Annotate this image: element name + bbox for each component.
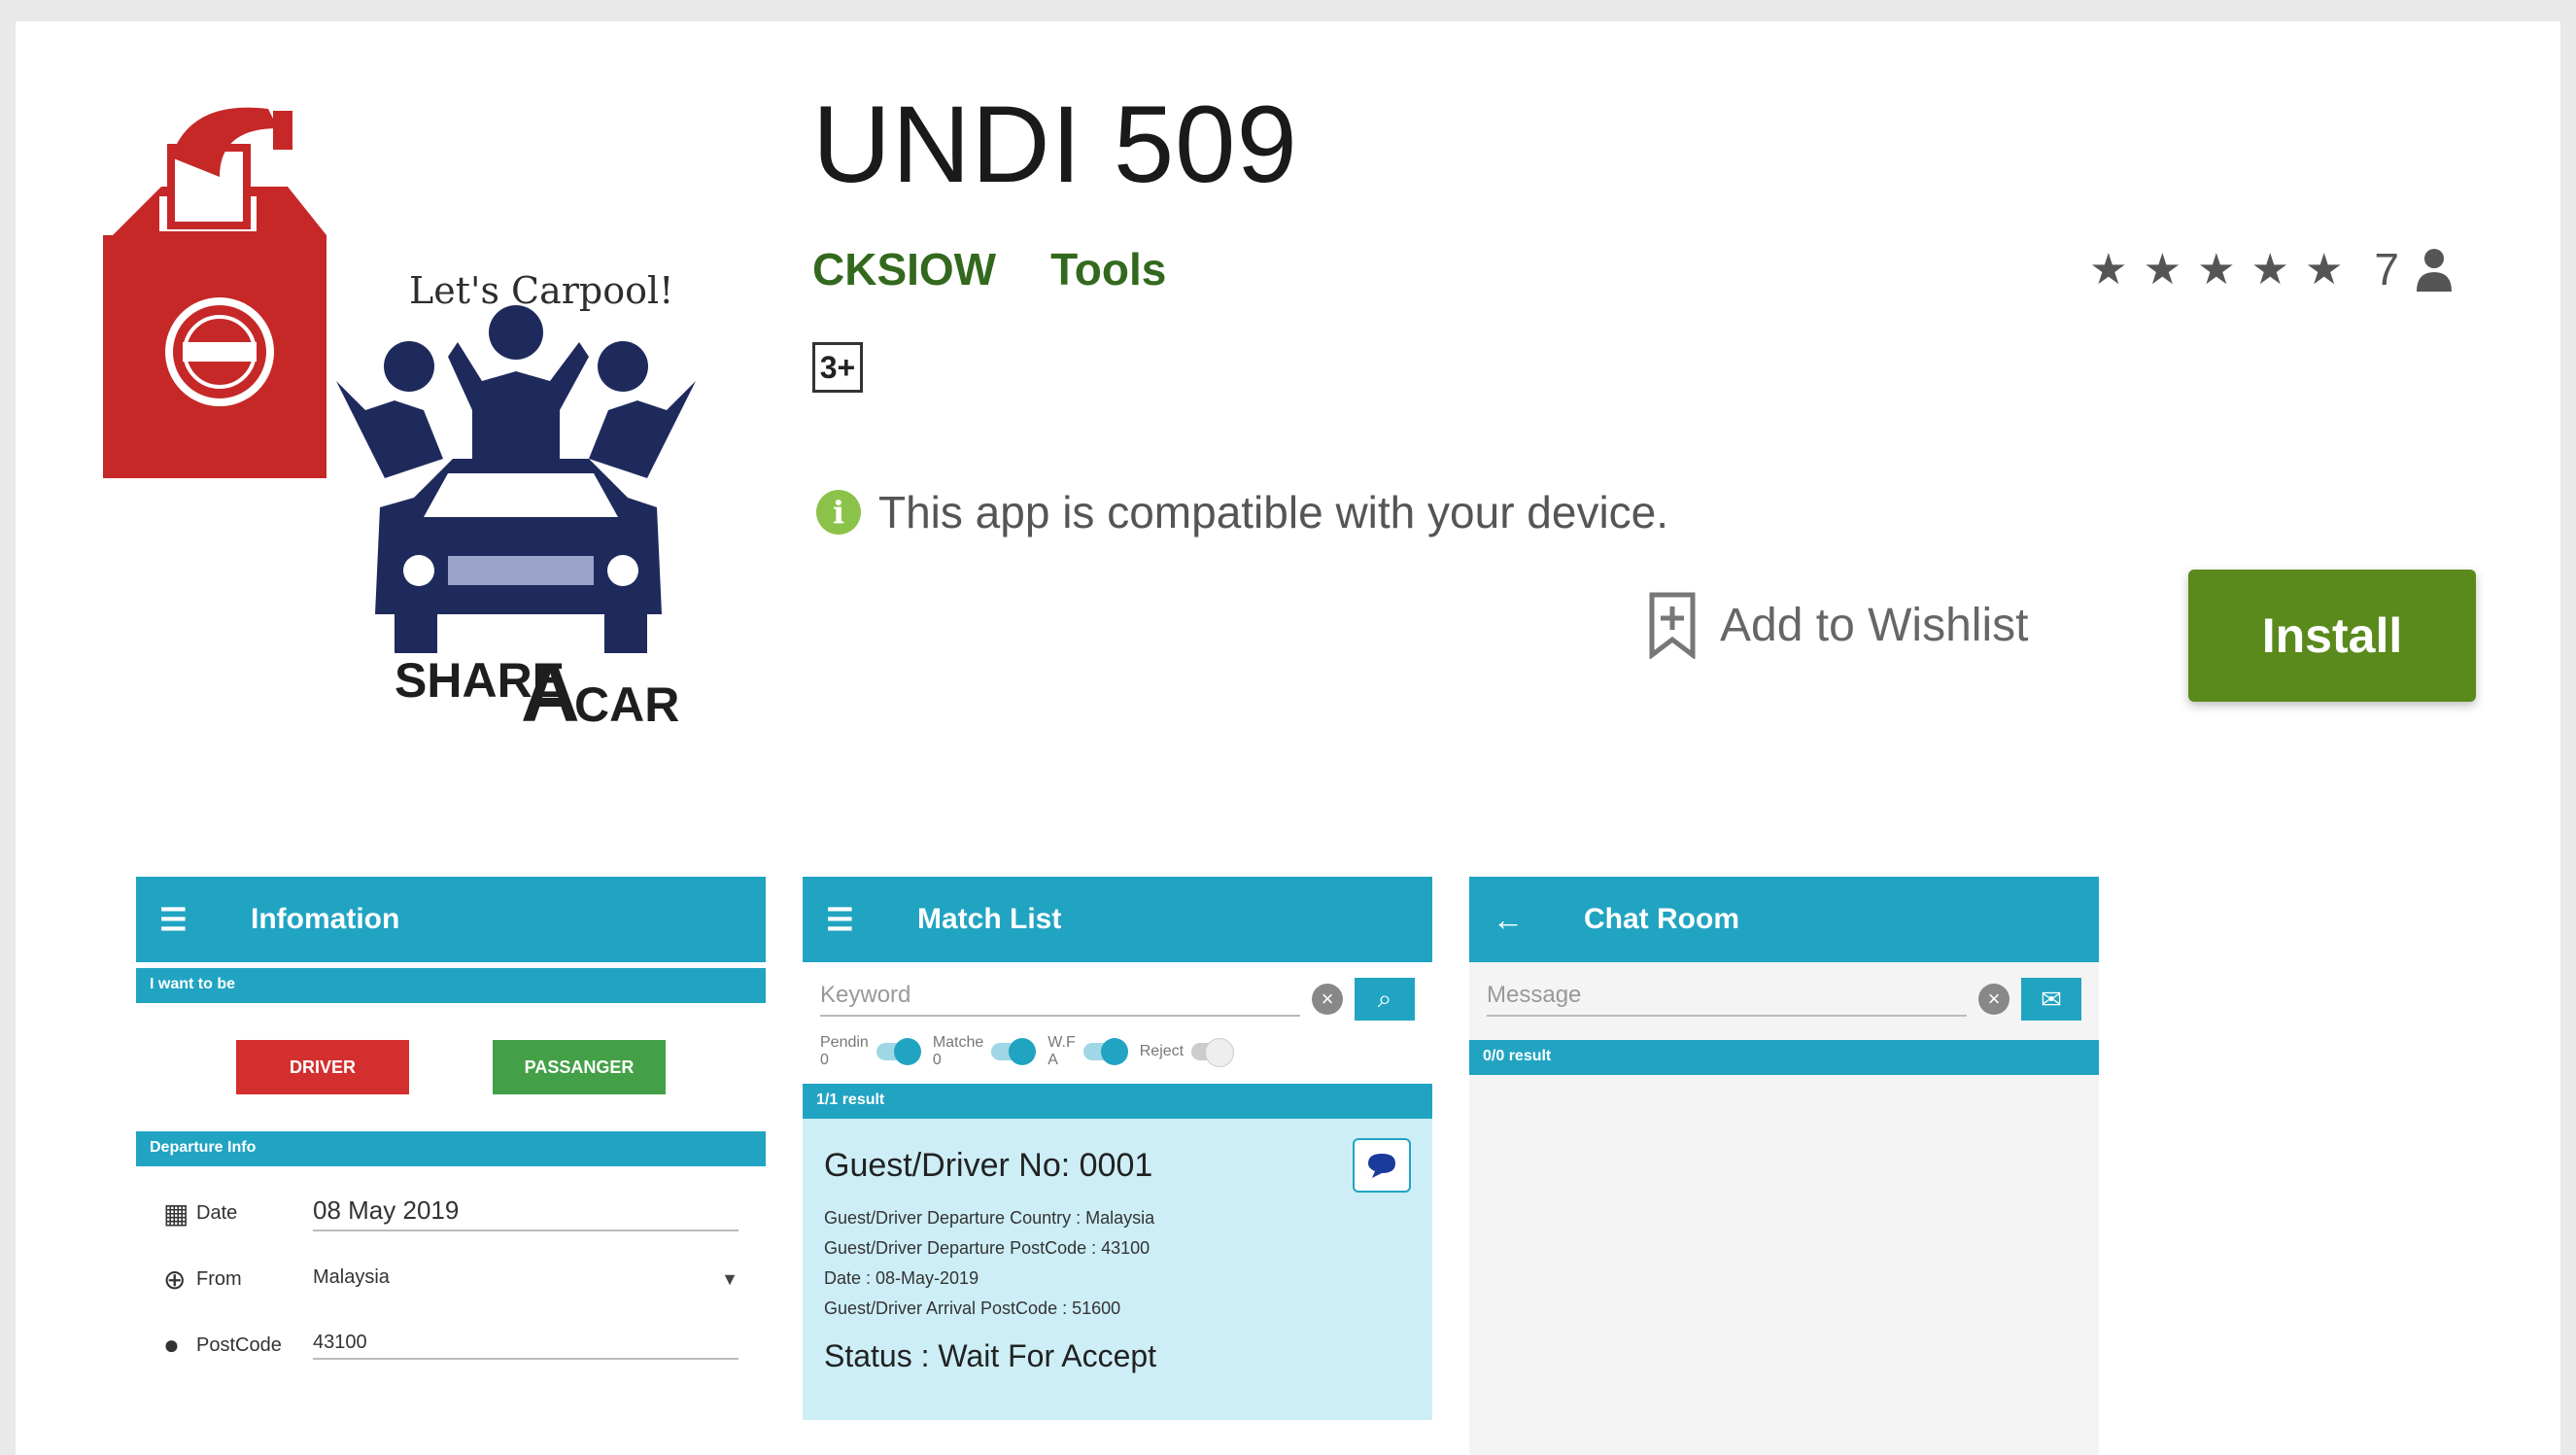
search-icon: ⌕ bbox=[1355, 978, 1415, 1021]
screenshot-chat-room[interactable]: ← Chat Room Message × ✉ 0/0 result bbox=[1469, 877, 2099, 1455]
toggle-switch bbox=[1082, 1037, 1128, 1065]
send-icon: ✉ bbox=[2021, 978, 2081, 1021]
star-rating-icon: ★★★★★ bbox=[2089, 245, 2359, 294]
appbar: ☰ Match List bbox=[803, 877, 1432, 962]
install-button[interactable]: Install bbox=[2188, 570, 2476, 702]
toggle-switch bbox=[991, 1037, 1037, 1065]
clear-icon: × bbox=[1978, 984, 2009, 1015]
add-to-wishlist-button[interactable]: Add to Wishlist bbox=[1648, 591, 2028, 659]
person-icon bbox=[2417, 249, 2452, 292]
toggle-switch bbox=[876, 1037, 921, 1065]
date-label: Date bbox=[196, 1201, 238, 1224]
logo-car-text: CAR bbox=[574, 677, 679, 732]
card-status: Status : Wait For Accept bbox=[824, 1338, 1157, 1374]
keyword-field: Keyword bbox=[820, 982, 1300, 1017]
developer-link[interactable]: CKSIOW bbox=[812, 243, 996, 295]
clear-icon: × bbox=[1312, 984, 1343, 1015]
toggle-matched: Matche 0 bbox=[933, 1034, 1037, 1068]
rating-summary: ★★★★★ 7 bbox=[2089, 243, 2454, 295]
appbar-title: Infomation bbox=[251, 903, 400, 935]
location-pin-icon: ● bbox=[163, 1330, 180, 1360]
toggle-wait: W.F A bbox=[1048, 1034, 1128, 1068]
bookmark-add-icon bbox=[1649, 592, 1696, 659]
rating-count: 7 bbox=[2374, 244, 2399, 294]
card-title: Guest/Driver No: 0001 bbox=[824, 1146, 1153, 1184]
search-row: Keyword × ⌕ bbox=[803, 962, 1432, 1026]
card-line: Guest/Driver Departure PostCode : 43100 bbox=[824, 1238, 1151, 1259]
passenger-button: PASSANGER bbox=[493, 1040, 666, 1094]
logo-a-text: A bbox=[521, 647, 580, 739]
menu-icon: ☰ bbox=[826, 902, 854, 937]
toggle-pending: Pendin 0 bbox=[820, 1034, 921, 1068]
category-link[interactable]: Tools bbox=[1050, 243, 1166, 295]
app-logo: Let's Carpool! SHARE A CAR bbox=[103, 107, 696, 739]
screenshot-match-list[interactable]: ☰ Match List Keyword × ⌕ Pendin 0 Matche 0… bbox=[803, 877, 1432, 1455]
from-value: Malaysia bbox=[313, 1265, 390, 1288]
appbar-title: Chat Room bbox=[1584, 903, 1739, 935]
date-value: 08 May 2019 bbox=[313, 1195, 738, 1231]
filter-toggles: Pendin 0 Matche 0 W.F A Reject bbox=[803, 1026, 1432, 1076]
date-row: ▦ Date 08 May 2019 bbox=[136, 1180, 766, 1246]
section-header: I want to be bbox=[136, 968, 766, 1003]
from-label: From bbox=[196, 1267, 242, 1290]
card-line: Date : 08-May-2019 bbox=[824, 1268, 979, 1289]
result-count: 1/1 result bbox=[803, 1084, 1432, 1120]
appbar-title: Match List bbox=[917, 903, 1062, 935]
section-header: Departure Info bbox=[136, 1131, 766, 1166]
back-arrow-icon: ← bbox=[1493, 901, 1524, 937]
card-line: Guest/Driver Departure Country : Malaysi… bbox=[824, 1208, 1155, 1229]
menu-icon: ☰ bbox=[159, 902, 188, 937]
dropdown-arrow-icon: ▼ bbox=[721, 1268, 738, 1289]
postcode-row: ● PostCode 43100 bbox=[136, 1312, 766, 1378]
app-store-page: Let's Carpool! SHARE A CAR UNDI 509 CKSI… bbox=[16, 21, 2560, 1455]
chat-icon bbox=[1353, 1138, 1411, 1194]
postcode-value: 43100 bbox=[313, 1332, 738, 1360]
message-field: Message bbox=[1487, 982, 1967, 1017]
driver-button: DRIVER bbox=[236, 1040, 409, 1094]
message-row: Message × ✉ bbox=[1469, 962, 2099, 1026]
calendar-icon: ▦ bbox=[163, 1197, 189, 1229]
card-line: Guest/Driver Arrival PostCode : 51600 bbox=[824, 1299, 1121, 1319]
toggle-switch bbox=[1191, 1037, 1235, 1067]
app-title: UNDI 509 bbox=[812, 84, 1298, 205]
logo-tagline: Let's Carpool! bbox=[409, 269, 673, 312]
info-icon: i bbox=[816, 490, 861, 535]
app-meta: CKSIOW Tools bbox=[812, 243, 1166, 295]
from-row: ⊕ From Malaysia ▼ bbox=[136, 1246, 766, 1312]
appbar: ← Chat Room bbox=[1469, 877, 2099, 962]
result-count: 0/0 result bbox=[1469, 1040, 2099, 1075]
toggle-reject: Reject bbox=[1140, 1037, 1235, 1067]
screenshot-information[interactable]: ☰ Infomation I want to be DRIVER PASSANG… bbox=[136, 877, 766, 1455]
appbar: ☰ Infomation bbox=[136, 877, 766, 962]
content-rating-badge: 3+ bbox=[812, 342, 863, 393]
globe-icon: ⊕ bbox=[163, 1264, 187, 1295]
compatibility-notice: i This app is compatible with your devic… bbox=[816, 486, 1668, 538]
match-card: Guest/Driver No: 0001 Guest/Driver Depar… bbox=[803, 1119, 1432, 1421]
role-selector: DRIVER PASSANGER bbox=[136, 1003, 766, 1131]
ballot-box-icon bbox=[103, 107, 326, 478]
car-icon bbox=[375, 459, 662, 653]
postcode-label: PostCode bbox=[196, 1334, 282, 1356]
wishlist-label: Add to Wishlist bbox=[1720, 599, 2029, 651]
compatibility-text: This app is compatible with your device. bbox=[878, 487, 1669, 537]
